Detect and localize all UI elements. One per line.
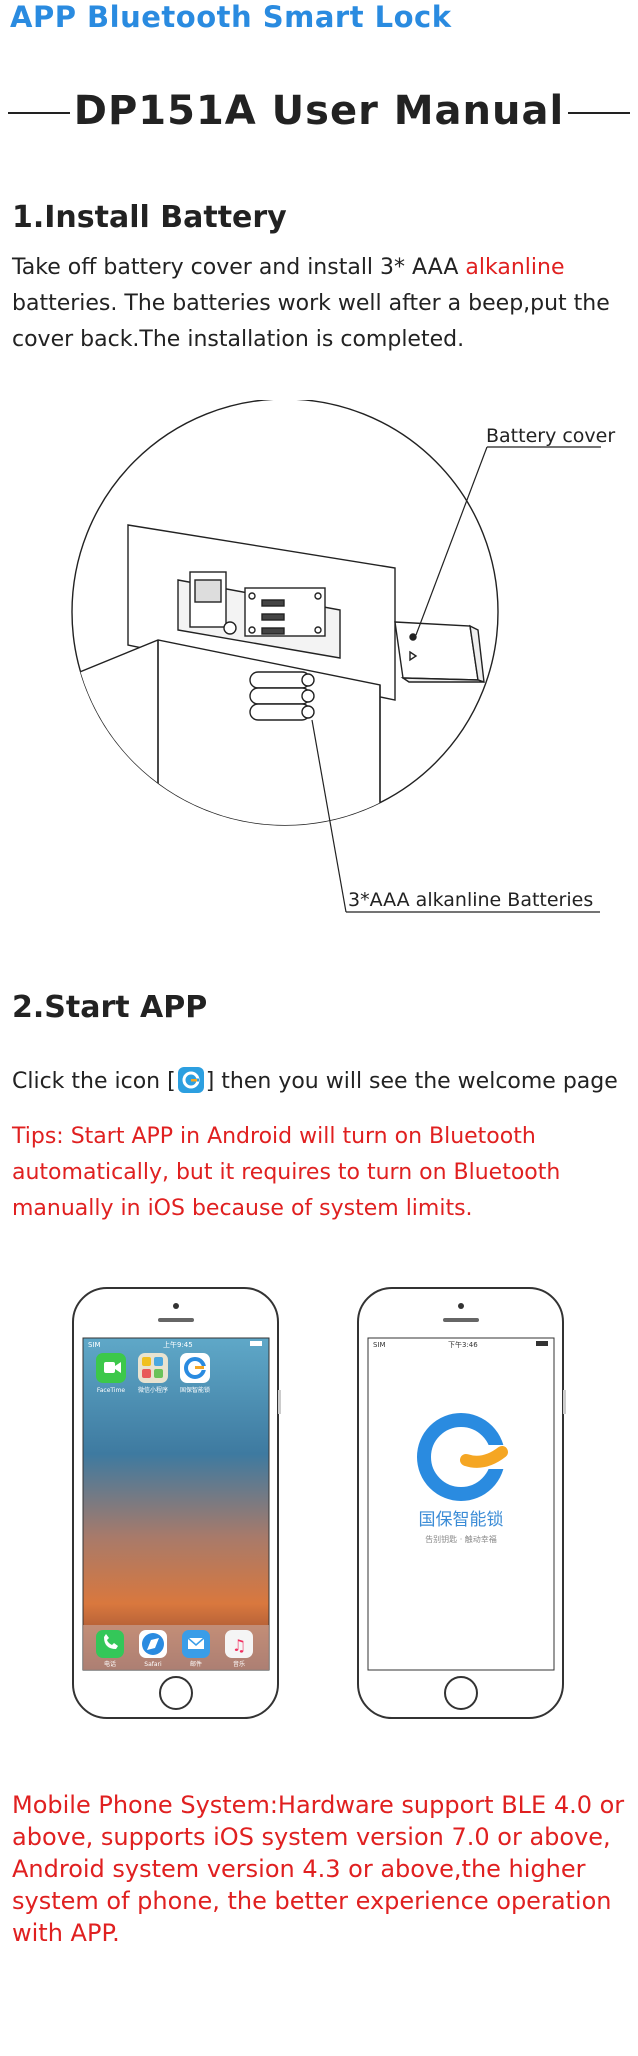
tips-text: Tips: Start APP in Android will turn on … [12, 1124, 561, 1221]
manual-title-block: DP151A User Manual [0, 88, 638, 134]
aaa-batteries [249, 671, 315, 721]
home-button-left[interactable] [159, 1676, 193, 1710]
home-status-time: 上午9:45 [163, 1340, 193, 1349]
click-instruction: Click the icon [ ] then you will see the … [12, 1064, 638, 1100]
dock-label-1: 电话 [104, 1660, 116, 1668]
label-batteries: 3*AAA alkanline Batteries [348, 889, 593, 911]
battery-install-figure: Battery cover 3*AAA alkanline Batteries [71, 400, 615, 913]
section1-text-highlight: alkanline [465, 255, 565, 280]
title-left-rule [7, 112, 70, 114]
welcome-slogan: 告别钥匙 · 触动幸福 [425, 1534, 497, 1544]
welcome-screen [367, 1337, 555, 1671]
door-front [72, 639, 381, 825]
section1-heading: 1.Install Battery [12, 200, 287, 235]
brand-heading: APP Bluetooth Smart Lock [10, 0, 452, 34]
section1-text: Take off battery cover and install 3* AA… [12, 250, 632, 358]
home-app-label-3: 国保智能锁 [180, 1386, 210, 1394]
system-requirements-note: Mobile Phone System:Hardware support BLE… [12, 1791, 625, 1947]
welcome-status-carrier: SIM [373, 1341, 386, 1349]
section1-text-part1: Take off battery cover and install 3* AA… [12, 255, 466, 280]
phone-home-screen: SIM 上午9:45 FaceTime 微信小程序 国保智能锁 电话 Safar… [72, 1287, 281, 1719]
mini-program-folder-icon[interactable] [138, 1353, 168, 1383]
section2-heading: 2.Start APP [12, 990, 208, 1025]
click-text-before: Click the icon [ [12, 1069, 176, 1094]
dock-label-4: 音乐 [233, 1660, 245, 1668]
dock-label-2: Safari [144, 1661, 162, 1668]
battery-cover [394, 621, 485, 684]
phone-screenshots-figure: SIM 上午9:45 FaceTime 微信小程序 国保智能锁 电话 Safar… [72, 1287, 566, 1719]
welcome-status-time: 下午3:46 [448, 1340, 478, 1349]
app-icon[interactable] [177, 1067, 204, 1093]
welcome-logo-text: 国保智能锁 [419, 1510, 504, 1530]
home-app-label-2: 微信小程序 [138, 1386, 168, 1394]
svg-text:♫: ♫ [232, 1636, 246, 1655]
phone-welcome-screen: SIM 下午3:46 国保智能锁 告别钥匙 · 触动幸福 [357, 1287, 566, 1719]
home-button-right[interactable] [444, 1676, 478, 1710]
dock-label-3: 邮件 [190, 1660, 202, 1668]
home-app-label-1: FaceTime [97, 1387, 126, 1394]
label-battery-cover: Battery cover [486, 425, 615, 447]
title-right-rule [568, 112, 631, 114]
section1-text-part2: batteries. The batteries work well after… [12, 291, 610, 352]
click-text-after: ] then you will see the welcome page [205, 1069, 618, 1094]
manual-title: DP151A User Manual [73, 88, 565, 134]
home-status-carrier: SIM [88, 1341, 101, 1349]
